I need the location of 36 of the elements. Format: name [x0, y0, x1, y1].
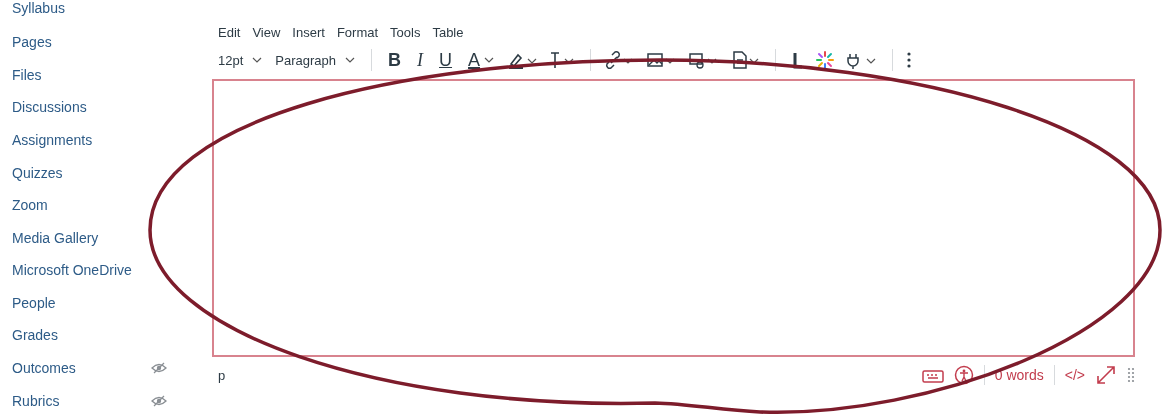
- menu-item[interactable]: Edit: [213, 22, 248, 42]
- editor-area[interactable]: [212, 79, 1135, 357]
- fullscreen-icon[interactable]: [1095, 364, 1117, 386]
- menu-item[interactable]: Format: [331, 22, 386, 42]
- format-button[interactable]: I: [409, 49, 432, 71]
- resize-handle-icon[interactable]: [1127, 367, 1135, 383]
- sidebar-link[interactable]: Zoom: [12, 197, 48, 214]
- keyboard-icon[interactable]: [921, 367, 944, 383]
- block-format-dropdown[interactable]: Paragraph: [270, 52, 364, 68]
- element-path: p: [218, 367, 226, 383]
- format-button[interactable]: U: [431, 49, 461, 71]
- sidebar-link[interactable]: Discussions: [12, 99, 87, 116]
- sidebar-link[interactable]: Microsoft OneDrive: [12, 262, 132, 279]
- sidebar-link[interactable]: Files: [12, 66, 42, 83]
- sidebar-link[interactable]: Grades: [12, 327, 58, 344]
- hidden-eye-icon: [151, 362, 167, 375]
- hidden-eye-icon: [151, 394, 167, 407]
- sidebar-link[interactable]: Assignments: [12, 132, 93, 148]
- accessibility-icon[interactable]: [953, 365, 974, 385]
- caret-icon: [345, 57, 356, 63]
- format-button[interactable]: A: [460, 49, 503, 71]
- sidebar-link[interactable]: Quizzes: [12, 164, 63, 181]
- sidebar-link[interactable]: Syllabus: [12, 0, 65, 16]
- format-button[interactable]: B: [380, 49, 410, 71]
- sidebar-link[interactable]: Pages: [12, 34, 52, 51]
- menu-item[interactable]: Insert: [287, 22, 332, 42]
- menu-item[interactable]: Tools: [385, 22, 428, 42]
- sidebar-link[interactable]: Outcomes: [12, 360, 76, 377]
- menu-item[interactable]: Table: [427, 22, 471, 42]
- sidebar-link[interactable]: People: [12, 294, 56, 311]
- sidebar-link[interactable]: Media Gallery: [12, 229, 99, 246]
- caret-icon: [252, 57, 263, 63]
- font-size-dropdown[interactable]: 12pt: [213, 52, 271, 68]
- html-editor-toggle[interactable]: </>: [1064, 367, 1085, 383]
- sidebar-link[interactable]: Rubrics: [12, 392, 60, 409]
- menu-item[interactable]: View: [247, 22, 288, 42]
